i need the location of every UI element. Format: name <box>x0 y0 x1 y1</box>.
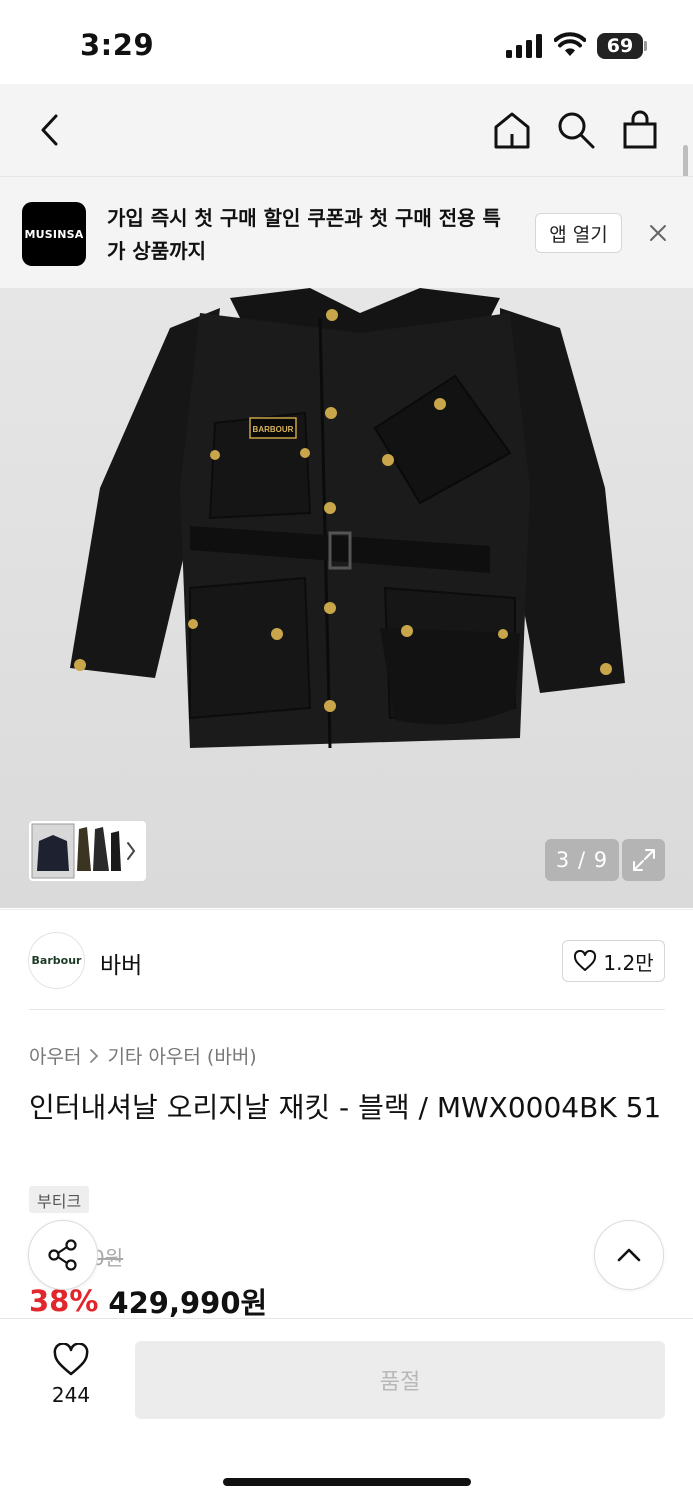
chevron-up-icon <box>617 1248 641 1262</box>
musinsa-logo: MUSINSA <box>22 202 86 266</box>
shopping-bag-icon[interactable] <box>618 108 662 152</box>
thumbnail-images <box>31 823 136 879</box>
divider <box>29 1009 665 1010</box>
product-jacket-image: BARBOUR <box>70 288 625 749</box>
battery-tip <box>644 41 647 51</box>
home-indicator[interactable] <box>223 1478 471 1486</box>
close-icon[interactable] <box>645 220 671 246</box>
cellular-signal-icon <box>506 34 542 58</box>
app-promo-banner: MUSINSA 가입 즉시 첫 구매 할인 쿠폰과 첫 구매 전용 특가 상품까… <box>0 176 693 288</box>
image-page-counter: 3 / 9 <box>545 839 619 881</box>
heart-icon <box>53 1343 89 1376</box>
home-icon[interactable] <box>490 108 534 152</box>
scroll-top-button[interactable] <box>594 1220 664 1290</box>
brand-logo[interactable]: Barbour <box>28 932 85 989</box>
expand-icon[interactable] <box>622 839 665 881</box>
breadcrumb-category[interactable]: 아우터 <box>29 1042 81 1069</box>
product-title: 인터내셔날 오리지날 재킷 - 블랙 / MWX0004BK 51 <box>29 1091 662 1124</box>
open-app-button[interactable]: 앱 열기 <box>535 213 622 253</box>
wifi-icon <box>554 32 586 56</box>
chevron-right-icon <box>90 1048 99 1063</box>
breadcrumb-subcategory[interactable]: 기타 아우터 (바버) <box>107 1042 256 1069</box>
share-icon <box>48 1239 77 1271</box>
battery-level: 69 <box>597 33 643 59</box>
wishlist-count: 244 <box>51 1383 91 1407</box>
top-navigation <box>0 84 693 176</box>
brand-name[interactable]: 바버 <box>100 946 142 980</box>
brand-like-button[interactable]: 1.2만 <box>562 940 665 982</box>
breadcrumb: 아우터 기타 아우터 (바버) <box>29 1042 257 1069</box>
thumbnail-strip[interactable] <box>29 821 146 881</box>
promo-message: 가입 즉시 첫 구매 할인 쿠폰과 첫 구매 전용 특가 상품까지 <box>107 206 501 263</box>
status-time: 3:29 <box>80 28 155 62</box>
boutique-tag: 부티크 <box>29 1186 90 1213</box>
brand-like-count: 1.2만 <box>603 950 654 975</box>
product-image-gallery[interactable]: BARBOUR 3 / 9 <box>0 288 693 908</box>
svg-text:BARBOUR: BARBOUR <box>253 425 294 434</box>
heart-icon <box>574 950 597 971</box>
share-button[interactable] <box>28 1220 98 1290</box>
battery-indicator: 69 <box>597 33 647 59</box>
bottom-action-bar: 244 품절 <box>0 1318 693 1500</box>
search-icon[interactable] <box>554 108 598 152</box>
brand-row[interactable]: Barbour 바버 1.2만 <box>0 909 693 1009</box>
status-bar: 3:29 69 <box>0 0 693 84</box>
wishlist-button[interactable]: 244 <box>40 1343 102 1407</box>
soldout-button[interactable]: 품절 <box>135 1341 665 1419</box>
back-arrow-icon[interactable] <box>28 108 72 152</box>
sale-price: 429,990원 <box>108 1286 268 1320</box>
